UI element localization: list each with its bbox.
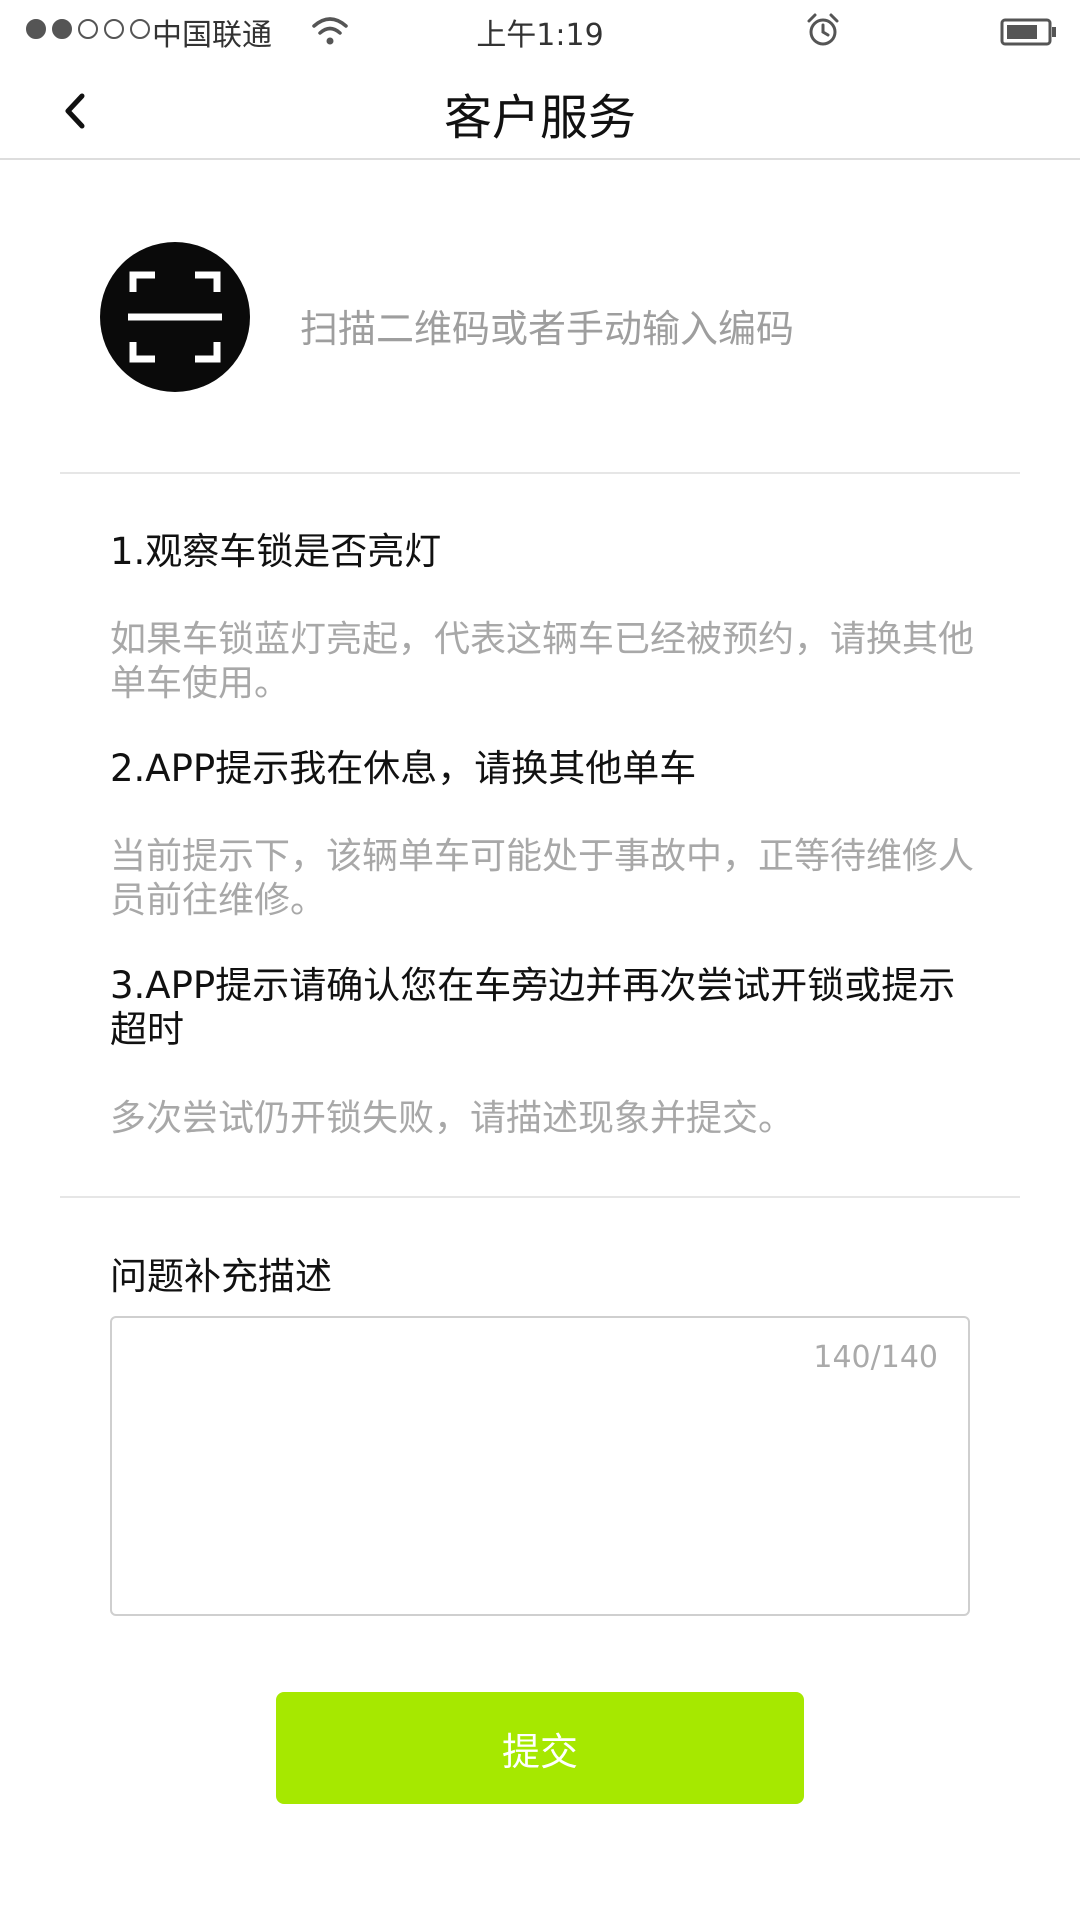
scan-qr-icon (128, 271, 222, 363)
alarm-icon (807, 13, 839, 46)
scan-row[interactable]: 扫描二维码或者手动输入编码 (0, 160, 1080, 472)
scan-qr-button[interactable] (100, 242, 250, 392)
scan-hint-text[interactable]: 扫描二维码或者手动输入编码 (300, 298, 794, 353)
page-title: 客户服务 (443, 90, 636, 146)
status-bar: 中国联通 上午1:19 (0, 0, 1080, 62)
supplement-textarea-box: 140/140 (110, 1316, 970, 1616)
nav-header: 客户服务 (0, 62, 1080, 160)
tip-title: 2.APP提示我在休息，请换其他单车 (110, 747, 697, 790)
status-time: 上午1:19 (476, 18, 604, 53)
tip-title: 1.观察车锁是否亮灯 (110, 530, 442, 573)
submit-button[interactable]: 提交 (276, 1692, 804, 1804)
tip-title: 3.APP提示请确认您在车旁边并再次尝试开锁或提示超时 (110, 964, 956, 1051)
char-counter: 140/140 (813, 1340, 938, 1375)
tip-description: 当前提示下，该辆单车可能处于事故中，正等待维修人员前往维修。 (110, 836, 975, 921)
tip-description: 多次尝试仍开锁失败，请描述现象并提交。 (110, 1098, 795, 1139)
tip-description: 如果车锁蓝灯亮起，代表这辆车已经被预约，请换其他单车使用。 (110, 619, 975, 704)
divider (60, 1196, 1020, 1198)
divider (60, 472, 1020, 474)
battery-icon (1000, 18, 1056, 46)
supplement-label: 问题补充描述 (110, 1255, 332, 1298)
